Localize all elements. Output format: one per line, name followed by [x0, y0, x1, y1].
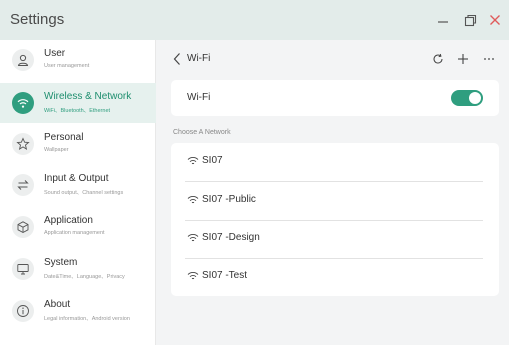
sidebar-item-user[interactable]: User User management [0, 40, 156, 80]
sidebar-item-subtitle: Sound output、Channel settings [44, 190, 124, 196]
wifi-icon [12, 92, 34, 114]
section-label: Choose A Network [173, 129, 231, 136]
sidebar-item-subtitle: Date&Time、Language、Privacy [44, 274, 125, 280]
wifi-signal-icon [187, 156, 199, 165]
sidebar-item-wireless-network[interactable]: Wireless & Network WiFi、Bluetooth、Ethern… [0, 83, 156, 123]
monitor-icon [12, 258, 34, 280]
restore-icon[interactable] [461, 11, 479, 29]
sidebar-item-label: System [44, 257, 78, 268]
info-icon [12, 300, 34, 322]
wifi-toggle-label: Wi-Fi [187, 92, 211, 103]
minimize-icon[interactable] [434, 11, 452, 29]
window-title: Settings [10, 11, 65, 28]
user-icon [12, 49, 34, 71]
network-item-si07-test[interactable]: SI07 -Test [171, 258, 499, 296]
refresh-icon[interactable] [431, 52, 445, 66]
page-title: Wi-Fi [187, 53, 211, 64]
star-icon [12, 133, 34, 155]
cube-icon [12, 216, 34, 238]
sidebar-item-label: User [44, 48, 66, 59]
toggle-knob [469, 92, 481, 104]
more-icon[interactable] [482, 52, 496, 66]
network-name: SI07 -Test [202, 270, 248, 281]
sidebar-item-label: Application [44, 215, 93, 226]
wifi-toggle-card: Wi-Fi [171, 80, 499, 116]
wifi-toggle-switch[interactable] [451, 90, 483, 106]
wifi-signal-icon [187, 195, 199, 204]
network-item-si07-public[interactable]: SI07 -Public [171, 182, 499, 220]
sidebar-item-application[interactable]: Application Application management [0, 207, 156, 247]
swap-arrows-icon [12, 174, 34, 196]
main-panel: Wi-Fi Wi-Fi Choose A Network SI07 SI07 -… [157, 40, 509, 345]
sidebar-item-input-output[interactable]: Input & Output Sound output、Channel sett… [0, 165, 156, 205]
settings-window: Settings User User management Wireless &… [0, 0, 509, 345]
network-item-si07[interactable]: SI07 [171, 143, 499, 181]
wifi-signal-icon [187, 233, 199, 242]
sidebar-item-label: Input & Output [44, 173, 109, 184]
sidebar-item-about[interactable]: About Legal information、Android version [0, 291, 156, 331]
sidebar-item-label: Wireless & Network [44, 91, 132, 102]
sidebar-item-label: About [44, 299, 71, 310]
chevron-left-icon[interactable] [172, 52, 182, 66]
sidebar: User User management Wireless & Network … [0, 40, 156, 345]
sidebar-item-label: Personal [44, 132, 84, 143]
title-bar: Settings [0, 0, 509, 40]
sidebar-item-subtitle: Wallpaper [44, 147, 69, 153]
sidebar-item-subtitle: Legal information、Android version [44, 316, 130, 322]
panel-header: Wi-Fi [157, 40, 509, 78]
network-item-si07-design[interactable]: SI07 -Design [171, 220, 499, 258]
sidebar-item-subtitle: User management [44, 63, 90, 69]
wifi-signal-icon [187, 271, 199, 280]
network-name: SI07 -Design [202, 232, 260, 243]
network-list: SI07 SI07 -Public SI07 -Design SI07 -Tes… [171, 143, 499, 296]
network-name: SI07 -Public [202, 194, 256, 205]
plus-icon[interactable] [456, 52, 470, 66]
sidebar-item-subtitle: Application management [44, 230, 105, 236]
network-name: SI07 [202, 155, 223, 166]
close-icon[interactable] [486, 11, 504, 29]
sidebar-item-system[interactable]: System Date&Time、Language、Privacy [0, 249, 156, 289]
sidebar-item-personal[interactable]: Personal Wallpaper [0, 124, 156, 164]
sidebar-item-subtitle: WiFi、Bluetooth、Ethernet [44, 108, 111, 114]
